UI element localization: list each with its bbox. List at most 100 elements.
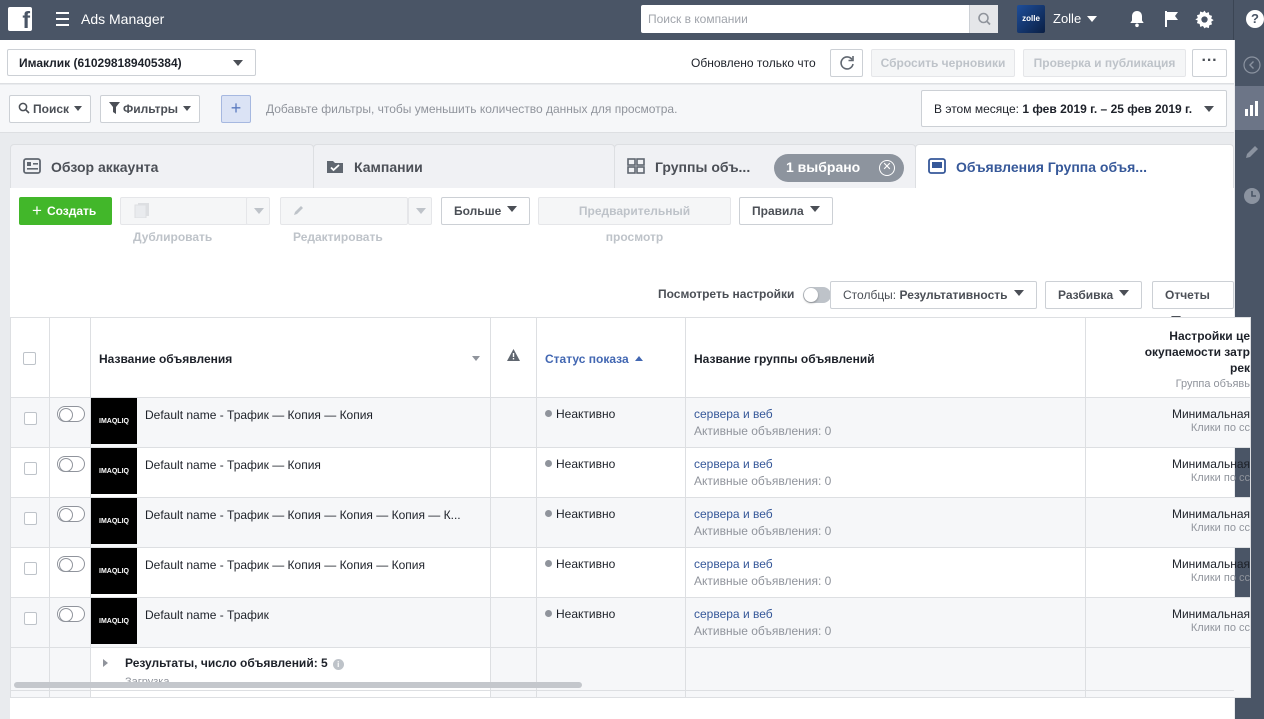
bid-sub: Клики по сс	[1190, 522, 1250, 534]
select-all-checkbox[interactable]	[23, 352, 36, 365]
search-input[interactable]	[641, 5, 969, 33]
row-checkbox[interactable]	[24, 562, 37, 575]
ad-toggle[interactable]	[57, 556, 85, 572]
facebook-logo-icon[interactable]: f	[8, 7, 32, 31]
selected-chip[interactable]: 1 выбрано ✕	[774, 154, 904, 182]
ad-toggle[interactable]	[57, 406, 85, 422]
warning-header[interactable]	[490, 317, 537, 398]
username[interactable]: Zolle	[1053, 11, 1081, 26]
row-checkbox[interactable]	[24, 462, 37, 475]
adset-link[interactable]: сервера и веб	[694, 407, 1077, 421]
table-row[interactable]: IMAQLIQ Default name - Трафик — Копия — К…	[10, 547, 1251, 598]
table-row[interactable]: IMAQLIQ Default name - Трафик — Копия — К…	[10, 397, 1251, 448]
create-button[interactable]: + Создать	[19, 197, 112, 225]
search-button[interactable]	[969, 5, 998, 33]
ad-toggle[interactable]	[57, 506, 85, 522]
columns-button[interactable]: Столбцы: Результативность	[830, 281, 1037, 309]
flag-icon[interactable]	[1162, 9, 1182, 33]
collapse-icon[interactable]	[1235, 43, 1264, 83]
table-row[interactable]: IMAQLIQ Default name - Трафик — Копия Неа…	[10, 447, 1251, 498]
tab-account-overview[interactable]: Обзор аккаунта	[10, 144, 314, 188]
chevron-down-icon[interactable]	[1087, 16, 1097, 27]
close-icon[interactable]: ✕	[879, 160, 895, 176]
status-cell: Неактивно	[536, 447, 686, 498]
rules-button[interactable]: Правила	[739, 197, 833, 225]
horizontal-scrollbar[interactable]	[14, 682, 582, 688]
table-row[interactable]: IMAQLIQ Default name - Трафик — Копия — К…	[10, 497, 1251, 548]
edit-dropdown[interactable]	[408, 197, 432, 225]
more-options-button[interactable]: ···	[1192, 49, 1227, 77]
view-settings-toggle[interactable]	[802, 287, 831, 303]
row-checkbox[interactable]	[24, 612, 37, 625]
row-checkbox[interactable]	[24, 412, 37, 425]
preview-button[interactable]: Предварительный просмотр	[538, 197, 731, 244]
adset-link[interactable]: сервера и веб	[694, 457, 1077, 471]
chevron-down-icon[interactable]	[472, 356, 480, 365]
divider	[1233, 0, 1234, 40]
help-icon[interactable]: ?	[1246, 10, 1264, 28]
ad-name[interactable]: Default name - Трафик — Копия — Копия — …	[145, 558, 425, 572]
date-prefix: В этом месяце:	[934, 102, 1023, 116]
tab-campaigns[interactable]: Кампании	[313, 144, 615, 188]
pencil-icon[interactable]	[1235, 130, 1264, 174]
ad-thumbnail[interactable]: IMAQLIQ	[91, 448, 137, 494]
bid-strategy-header[interactable]: Настройки це окупаемости затр рек Группа…	[1085, 317, 1251, 398]
ad-icon	[928, 158, 946, 174]
ad-thumbnail[interactable]: IMAQLIQ	[91, 598, 137, 644]
duplicate-button[interactable]: Дублировать	[120, 197, 248, 244]
adset-cell: сервера и веб Активные объявления: 0	[685, 597, 1086, 648]
reports-button[interactable]: Отчеты	[1152, 281, 1234, 322]
edit-button[interactable]: Редактировать	[280, 197, 408, 244]
info-icon[interactable]: i	[332, 659, 344, 670]
ad-name[interactable]: Default name - Трафик — Копия — Копия — …	[145, 508, 461, 522]
discard-drafts-button[interactable]: Сбросить черновики	[871, 49, 1015, 77]
status-cell: Неактивно	[536, 497, 686, 548]
ad-toggle[interactable]	[57, 606, 85, 622]
charts-icon[interactable]	[1235, 86, 1264, 130]
warning-icon	[507, 349, 520, 361]
status-header[interactable]: Статус показа	[536, 317, 686, 398]
ad-name[interactable]: Default name - Трафик	[145, 608, 269, 622]
ad-toggle[interactable]	[57, 456, 85, 472]
table-header: Название объявления Статус показа Назван…	[10, 317, 1251, 398]
review-publish-button[interactable]: Проверка и публикация	[1023, 49, 1186, 77]
add-filter-button[interactable]: +	[221, 95, 251, 123]
ad-thumbnail[interactable]: IMAQLIQ	[91, 548, 137, 594]
bell-icon[interactable]	[1127, 9, 1147, 33]
duplicate-dropdown[interactable]	[246, 197, 270, 225]
adset-link[interactable]: сервера и веб	[694, 607, 1077, 621]
more-button[interactable]: Больше	[441, 197, 531, 225]
app-title[interactable]: Ads Manager	[81, 11, 164, 27]
ad-thumbnail[interactable]: IMAQLIQ	[91, 398, 137, 444]
tab-ads[interactable]: Объявления Группа объя...	[915, 144, 1234, 188]
ad-thumbnail[interactable]: IMAQLIQ	[91, 498, 137, 544]
row-toggle-cell	[49, 397, 91, 448]
adset-link[interactable]: сервера и веб	[694, 507, 1077, 521]
search-icon	[18, 102, 30, 114]
date-range: 1 фев 2019 г. – 25 фев 2019 г.	[1022, 102, 1193, 116]
avatar[interactable]: zolle	[1017, 5, 1045, 33]
toggle-header	[49, 317, 91, 398]
adset-sub: Активные объявления: 0	[694, 624, 832, 638]
row-checkbox[interactable]	[24, 512, 37, 525]
refresh-button[interactable]	[830, 49, 863, 77]
ad-name[interactable]: Default name - Трафик — Копия — Копия	[145, 408, 373, 422]
ad-name[interactable]: Default name - Трафик — Копия	[145, 458, 321, 472]
adset-name-header[interactable]: Название группы объявлений	[685, 317, 1086, 398]
gear-icon[interactable]	[1194, 9, 1215, 34]
search-dropdown-button[interactable]: Поиск	[9, 95, 92, 123]
refresh-icon	[839, 56, 854, 70]
table-row[interactable]: IMAQLIQ Default name - Трафик Неактивно с…	[10, 597, 1251, 648]
breakdown-button[interactable]: Разбивка	[1045, 281, 1143, 309]
expand-icon[interactable]	[103, 659, 112, 667]
clock-icon[interactable]	[1235, 174, 1264, 218]
row-select-cell	[10, 497, 50, 548]
tab-label: Объявления Группа объя...	[956, 159, 1147, 175]
menu-icon[interactable]	[56, 12, 69, 26]
filters-button[interactable]: Фильтры	[100, 95, 201, 123]
date-range-picker[interactable]: В этом месяце: 1 фев 2019 г. – 25 фев 20…	[921, 90, 1227, 127]
ad-name-header[interactable]: Название объявления	[90, 317, 491, 398]
adset-link[interactable]: сервера и веб	[694, 557, 1077, 571]
account-selector[interactable]: Имаклик (610298189405384)	[7, 49, 256, 76]
ads-table: Название объявления Статус показа Назван…	[10, 317, 1251, 698]
